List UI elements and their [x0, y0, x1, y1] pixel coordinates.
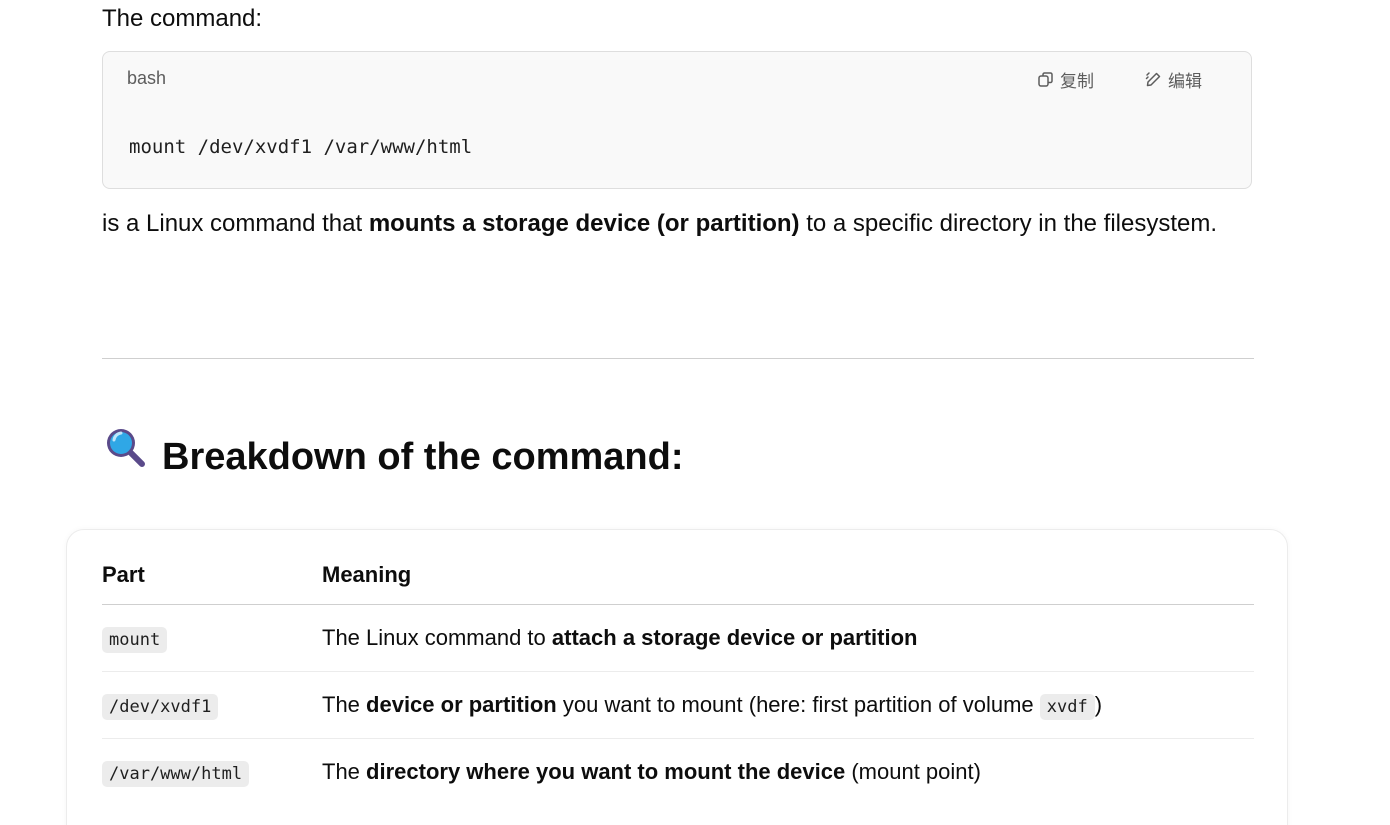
inline-code: xvdf: [1039, 694, 1095, 720]
meaning-cell: The device or partition you want to moun…: [322, 671, 1254, 739]
meaning-cell: The directory where you want to mount th…: [322, 739, 1254, 806]
meaning-bold: attach a storage device or partition: [551, 625, 918, 650]
meaning-after: ): [1094, 692, 1103, 717]
table-header-row: Part Meaning: [102, 546, 1254, 605]
meaning-prefix: The Linux command to: [322, 625, 552, 650]
meaning-bold: directory where you want to mount the de…: [366, 759, 846, 784]
edit-label: 编辑: [1168, 72, 1202, 92]
chat-message-content: The command: bash 复制 编辑 mount /dev/xvdf1…: [0, 0, 1390, 825]
breakdown-table-card: Part Meaning mount The Linux command to …: [66, 529, 1288, 825]
copy-code-button[interactable]: 复制: [1037, 67, 1094, 92]
meaning-suffix: you want to mount (here: first partition…: [556, 692, 1040, 717]
section-heading: Breakdown of the command:: [104, 426, 684, 487]
copy-icon: [1037, 71, 1054, 88]
header-meaning: Meaning: [322, 546, 1254, 605]
description-suffix: to a specific directory in the filesyste…: [799, 210, 1218, 237]
description-bold: mounts a storage device (or partition): [368, 210, 800, 237]
code-language-label: bash: [127, 68, 167, 88]
code-block: bash 复制 编辑 mount /dev/xvdf1 /var/www/htm…: [102, 51, 1252, 189]
inline-code: /var/www/html: [102, 761, 250, 787]
table-row: mount The Linux command to attach a stor…: [102, 604, 1254, 672]
inline-code: mount: [102, 627, 168, 653]
header-part: Part: [102, 546, 322, 605]
edit-code-button[interactable]: 编辑: [1145, 67, 1202, 92]
breakdown-table: Part Meaning mount The Linux command to …: [102, 546, 1254, 805]
description-prefix: is a Linux command that: [102, 210, 369, 237]
magnifying-glass-icon: [104, 426, 148, 487]
part-cell: /var/www/html: [102, 739, 322, 806]
part-cell: mount: [102, 604, 322, 672]
inline-code: /dev/xvdf1: [102, 694, 219, 720]
edit-icon: [1145, 71, 1162, 88]
description-paragraph: is a Linux command that mounts a storage…: [102, 203, 1252, 245]
meaning-cell: The Linux command to attach a storage de…: [322, 604, 1254, 672]
meaning-suffix: (mount point): [845, 759, 981, 784]
meaning-bold: device or partition: [366, 692, 557, 717]
meaning-prefix: The: [322, 692, 367, 717]
code-text[interactable]: mount /dev/xvdf1 /var/www/html: [129, 136, 472, 158]
intro-text: The command:: [102, 5, 263, 32]
table-row: /dev/xvdf1 The device or partition you w…: [102, 671, 1254, 739]
part-cell: /dev/xvdf1: [102, 671, 322, 739]
section-title: Breakdown of the command:: [162, 435, 684, 478]
horizontal-divider: [102, 358, 1254, 359]
meaning-prefix: The: [322, 759, 367, 784]
table-row: /var/www/html The directory where you wa…: [102, 739, 1254, 806]
copy-label: 复制: [1060, 72, 1094, 92]
